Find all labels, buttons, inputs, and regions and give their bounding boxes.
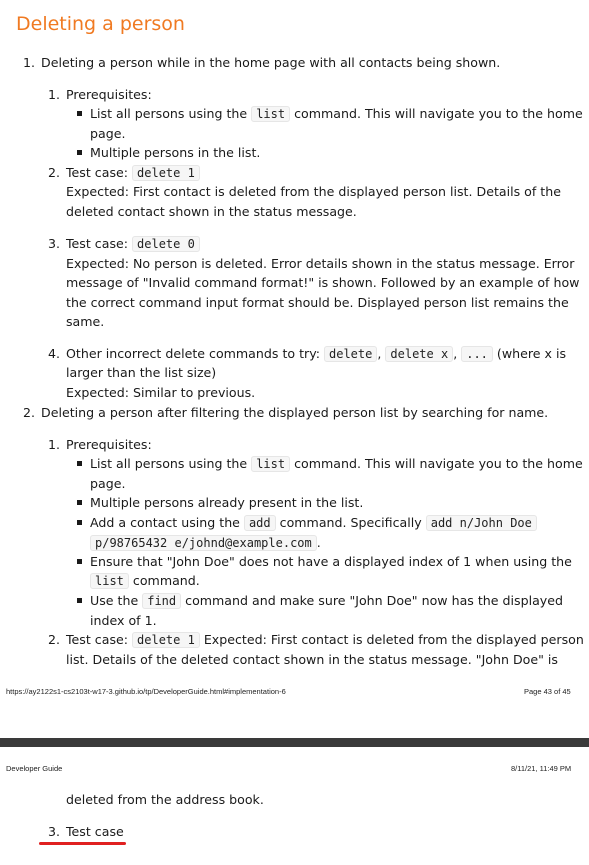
expected-text: the correct command input format should … [66,295,569,310]
expected-text: Expected: No person is deleted. Error de… [66,256,575,271]
bullet-icon [77,520,82,525]
inline-code: delete 1 [132,632,200,648]
list-number: 4. [48,346,61,361]
header-datetime: 8/11/21, 11:49 PM [511,764,572,773]
list-item-text: Deleting a person while in the home page… [41,55,501,70]
bullet-icon [77,461,82,466]
expected-text: same. [66,314,105,329]
expected-text: deleted contact shown in the status mess… [66,204,357,219]
list-number: 2. [23,405,36,420]
bullet-text-cont: list command. [90,571,200,591]
prerequisites-label: Prerequisites: [66,437,152,452]
bullet-icon [77,111,82,116]
prerequisites-label: Prerequisites: [66,87,152,102]
bullet-text: Multiple persons already present in the … [90,495,364,510]
bullet-text: Use the find command and make sure "John… [90,593,563,609]
inline-code: delete 0 [132,236,200,252]
footer-url: https://ay2122s1-cs2103t-w17-3.github.io… [6,687,286,696]
inline-code: delete [324,346,378,362]
inline-code: list [251,456,291,472]
test-case-line: Test case: delete 0 [66,234,200,254]
expected-text: Expected: Similar to previous. [66,385,256,400]
header-title: Developer Guide [6,764,63,773]
list-number: 1. [23,55,36,70]
inline-code: p/98765432 e/johnd@example.com [90,535,317,551]
bullet-text-cont: page. [90,476,126,491]
red-underline-mark [39,842,126,845]
bullet-text: List all persons using the list command.… [90,456,583,472]
inline-code: list [90,573,129,589]
other-commands-line: Other incorrect delete commands to try: … [66,346,567,362]
inline-code: list [251,106,291,122]
page-break-divider [0,738,589,747]
bullet-text-cont: p/98765432 e/johnd@example.com. [90,533,321,553]
other-commands-cont: larger than the list size) [66,365,217,380]
list-number: 3. [48,824,61,839]
inline-code: add n/John Doe [425,515,537,531]
inline-code: add [243,515,276,531]
footer-page-number: Page 43 of 45 [524,687,571,696]
bullet-icon [77,500,82,505]
bullet-icon [77,559,82,564]
bullet-icon [77,150,82,155]
expected-text: message of "Invalid command format!" is … [66,275,580,290]
expected-text-cont: deleted from the address book. [66,792,264,807]
bullet-text: Ensure that "John Doe" does not have a d… [90,554,572,569]
list-number: 3. [48,236,61,251]
bullet-icon [77,598,82,603]
list-number: 2. [48,632,61,647]
inline-code: delete 1 [132,165,200,181]
inline-code: ... [461,346,493,362]
expected-text: Expected: First contact is deleted from … [66,184,561,199]
test-case-line: Test case: delete 1 [66,163,200,183]
expected-text: list. Details of the deleted contact sho… [66,652,558,667]
test-case-line: Test case: delete 1 Expected: First cont… [66,632,584,648]
list-number: 1. [48,87,61,102]
inline-code: delete x [385,346,454,362]
bullet-text-cont: page. [90,126,126,141]
bullet-text-cont: index of 1. [90,613,157,628]
bullet-text: Add a contact using the add command. Spe… [90,513,537,533]
test-case-label: Test case [66,824,124,839]
inline-code: find [142,593,182,609]
list-number: 1. [48,437,61,452]
list-item-text: Deleting a person after filtering the di… [41,405,549,420]
list-number: 2. [48,165,61,180]
section-heading: Deleting a person [16,13,185,35]
bullet-text: List all persons using the list command.… [90,106,583,122]
bullet-text: Multiple persons in the list. [90,145,261,160]
